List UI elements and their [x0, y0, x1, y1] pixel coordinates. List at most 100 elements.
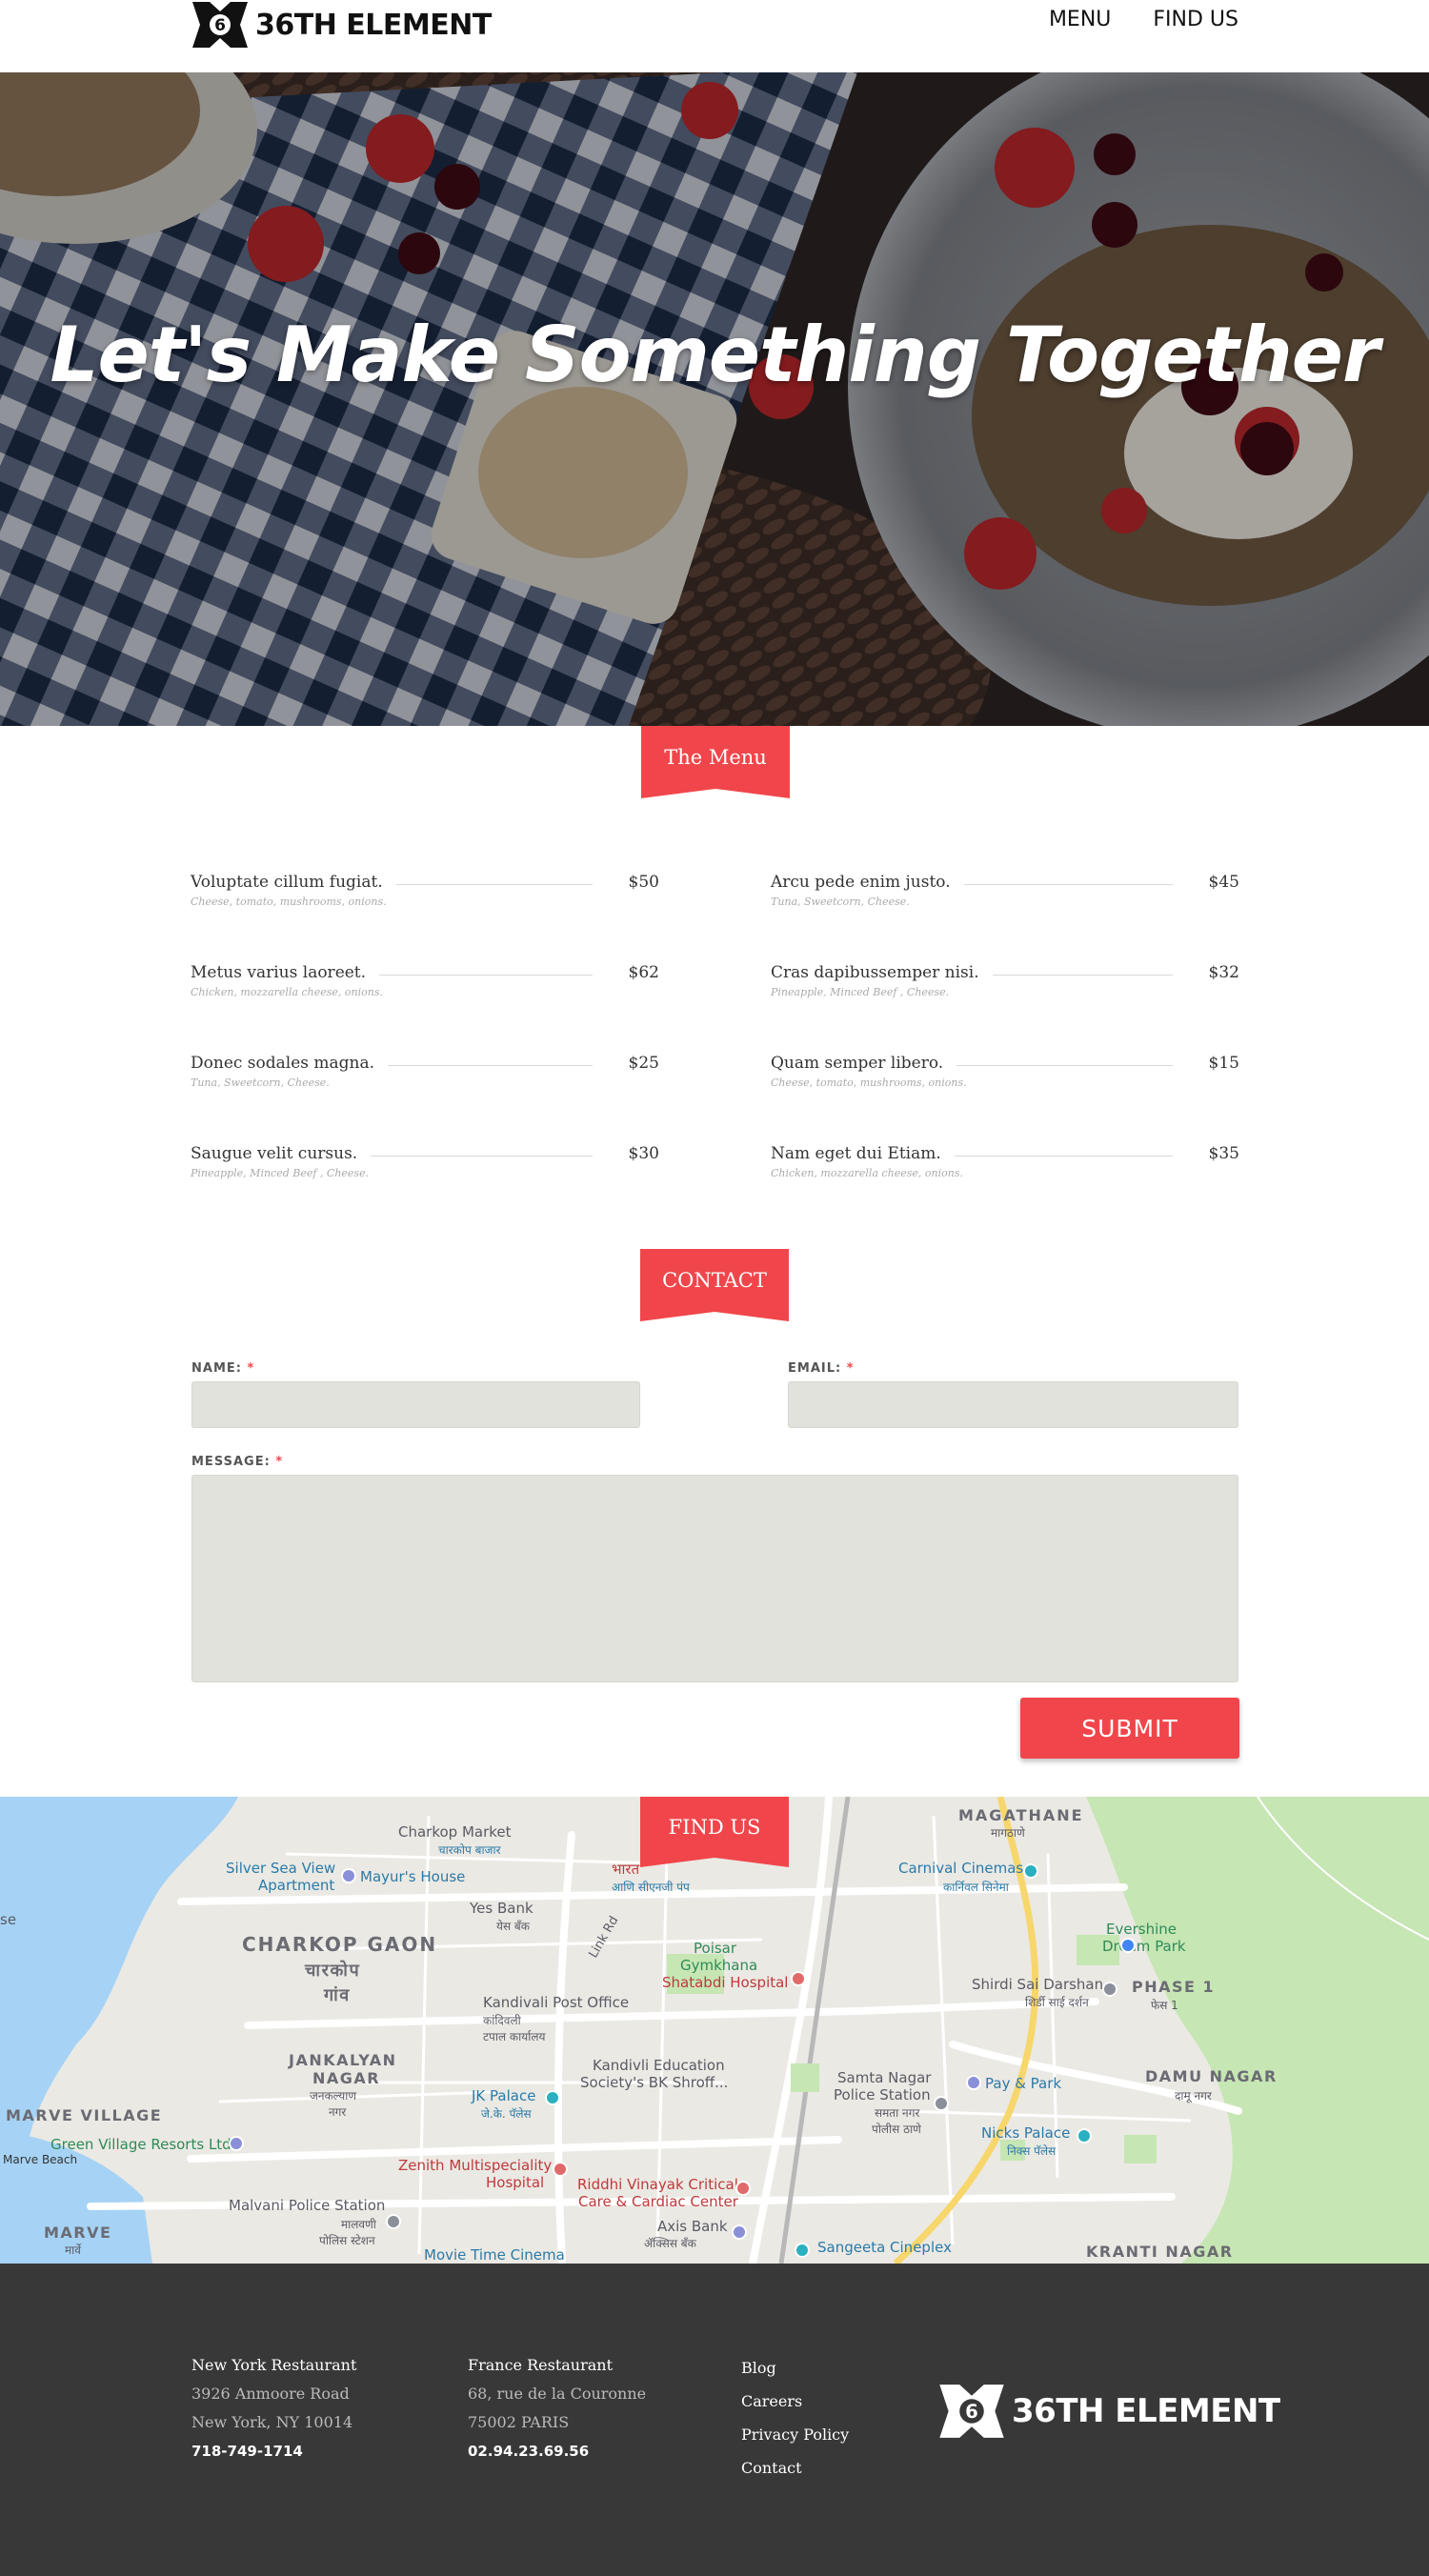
map-label-zenith-2: Hospital — [486, 2174, 545, 2191]
map-label-carnival-dev: कार्निवल सिनेमा — [943, 1881, 1009, 1894]
menu-item: Metus varius laoreet. $62 Chicken, mozza… — [191, 957, 659, 1015]
map-label-phase1-dev: फेस 1 — [1151, 1999, 1178, 2012]
footer-ny-street: 3926 Anmoore Road — [191, 2385, 350, 2403]
menu-item-name: Cras dapibussemper nisi. — [771, 963, 993, 982]
footer-brand-name: 36TH ELEMENT — [1012, 2392, 1280, 2430]
footer-link-careers[interactable]: Careers — [741, 2385, 849, 2418]
footer-brand-logo[interactable]: 6 36TH ELEMENT — [937, 2382, 1280, 2441]
email-label-text: EMAIL: — [788, 1361, 842, 1376]
carnival-cinemas-pin-icon[interactable] — [1023, 1863, 1038, 1879]
menu-item-price: $30 — [614, 1144, 659, 1163]
email-input[interactable] — [788, 1381, 1238, 1428]
menu-section-tab: The Menu — [641, 726, 790, 798]
menu-item-price: $35 — [1195, 1144, 1239, 1163]
menu-item: Donec sodales magna. $25 Tuna, Sweetcorn… — [191, 1048, 659, 1105]
map-label-movie-time: Movie Time Cinema — [424, 2246, 565, 2264]
footer-link-privacy[interactable]: Privacy Policy — [741, 2418, 849, 2451]
map-label-aapli: आणि सीएनजी पंप — [612, 1881, 690, 1894]
menu-item-name: Donec sodales magna. — [191, 1054, 389, 1073]
map-label-krantinagar: KRANTI NAGAR — [1086, 2243, 1234, 2261]
zenith-hospital-pin-icon[interactable] — [553, 2162, 568, 2177]
riddhi-hospital-pin-icon[interactable] — [735, 2181, 751, 2196]
message-field-label: MESSAGE: * — [191, 1455, 283, 1469]
footer-france-address: France Restaurant 68, rue de la Couronne… — [468, 2351, 646, 2465]
map-label-silver-sea-2: Apartment — [258, 1877, 335, 1894]
map-label-magathane-dev: मागठाणे — [991, 1826, 1025, 1840]
map-label-charkop-gaon: CHARKOP GAON — [242, 1933, 438, 1956]
submit-button[interactable]: SUBMIT — [1020, 1698, 1239, 1759]
current-location-pin-icon[interactable] — [1120, 1938, 1136, 1953]
map-label-nagar: NAGAR — [312, 2069, 381, 2087]
email-field-label: EMAIL: * — [788, 1361, 855, 1376]
nicks-palace-pin-icon[interactable] — [1077, 2128, 1092, 2143]
map-label-malvani-dev: मालवणी — [341, 2218, 376, 2231]
map-label-riddhi: Riddhi Vinayak Critical — [577, 2176, 738, 2193]
map-label-charkop-gaon-dev: चारकोप — [305, 1961, 361, 1981]
brand-name: 36TH ELEMENT — [255, 8, 492, 42]
brand-logo[interactable]: 6 36TH ELEMENT — [191, 0, 492, 50]
footer-ny-phone[interactable]: 718-749-1714 — [191, 2437, 356, 2465]
map-label-samta-2: Police Station — [834, 2086, 931, 2103]
map-label-evershine-2: Dream Park — [1102, 1938, 1186, 1955]
name-field-label: NAME: * — [191, 1361, 254, 1376]
map-label-damu: DAMU NAGAR — [1145, 2067, 1278, 2085]
samta-police-pin-icon[interactable] — [934, 2096, 949, 2111]
footer-ny-title: New York Restaurant — [191, 2356, 357, 2374]
message-label-text: MESSAGE: — [191, 1455, 271, 1469]
menu-item: Saugue velit cursus. $30 Pineapple, Minc… — [191, 1138, 659, 1196]
map-label-jk-palace: JK Palace — [472, 2087, 536, 2104]
map-label-yes-bank-dev: येस बँक — [496, 1920, 530, 1933]
required-mark: * — [247, 1361, 255, 1376]
map-label-kandivali-po-dev2: टपाल कार्यालय — [483, 2030, 546, 2043]
map-label-axis-dev: ॲक्सिस बँक — [644, 2237, 696, 2250]
menu-item-price: $45 — [1195, 873, 1239, 892]
pay-park-pin-icon[interactable] — [966, 2075, 981, 2090]
map-label-pay-park: Pay & Park — [985, 2075, 1062, 2092]
map-label-samta: Samta Nagar — [837, 2069, 932, 2086]
map-label-jk-palace-dev: जे.के. पॅलेस — [481, 2107, 532, 2121]
map-label-samta-dev2: पोलीस ठाणे — [872, 2123, 921, 2136]
footer-france-phone[interactable]: 02.94.23.69.56 — [468, 2437, 646, 2465]
green-village-pin-icon[interactable] — [229, 2136, 244, 2151]
map-label-gymkhana: Gymkhana — [680, 1957, 758, 1974]
map-label-shirdi: Shirdi Sai Darshan — [972, 1976, 1104, 1993]
shirdi-pin-icon[interactable] — [1102, 1982, 1117, 1997]
footer-links: Blog Careers Privacy Policy Contact — [741, 2351, 849, 2485]
name-input[interactable] — [191, 1381, 640, 1428]
malvani-police-pin-icon[interactable] — [386, 2214, 401, 2229]
nav-menu-link[interactable]: MENU — [1049, 8, 1111, 31]
map-label-phase1: PHASE 1 — [1132, 1978, 1216, 1996]
message-textarea[interactable] — [191, 1475, 1238, 1682]
map-label-marve-dev: मार्वे — [65, 2244, 81, 2257]
map-label-axis: Axis Bank — [657, 2218, 728, 2235]
jk-palace-pin-icon[interactable] — [545, 2090, 560, 2105]
mayurs-house-pin-icon[interactable] — [341, 1868, 356, 1883]
map-label-evershine: Evershine — [1106, 1921, 1177, 1938]
map-label-charkop-market: Charkop Market — [398, 1823, 512, 1841]
footer-ny-city: New York, NY 10014 — [191, 2413, 353, 2431]
map-label-riddhi-2: Care & Cardiac Center — [578, 2193, 738, 2210]
menu-item-description: Chicken, mozzarella cheese, onions. — [771, 1167, 963, 1179]
sangeeta-cineplex-pin-icon[interactable] — [795, 2243, 810, 2258]
menu-item-description: Pineapple, Minced Beef , Cheese. — [771, 986, 950, 998]
menu-item-description: Pineapple, Minced Beef , Cheese. — [191, 1167, 370, 1179]
map-label-kandivali-po: Kandivali Post Office — [483, 1994, 630, 2011]
map-label-nicks: Nicks Palace — [981, 2124, 1071, 2142]
shatabdi-hospital-pin-icon[interactable] — [791, 1971, 806, 1986]
footer-link-blog[interactable]: Blog — [741, 2351, 849, 2385]
menu-item-name: Nam eget dui Etiam. — [771, 1144, 955, 1163]
map-label-charkop-market-dev: चारकोप बाजार — [438, 1843, 501, 1857]
map-label-silver-sea: Silver Sea View — [226, 1860, 336, 1877]
map-label-shatabdi: Shatabdi Hospital — [662, 1974, 789, 1991]
footer-logo-mark-icon: 6 — [939, 2385, 1004, 2438]
menu-item-description: Cheese, tomato, mushrooms, onions. — [191, 896, 387, 908]
axis-bank-pin-icon[interactable] — [732, 2224, 747, 2240]
map-label-charkop-gaon-dev2: गांव — [324, 1985, 351, 2005]
map-label-poisar: Poisar — [694, 1940, 737, 1957]
map-label-sangeeta: Sangeeta Cineplex — [817, 2239, 952, 2256]
nav-find-us-link[interactable]: FIND US — [1153, 8, 1238, 31]
map-label-kandivali-po-dev: कांदिवली — [483, 2014, 521, 2027]
find-us-section-title: FIND US — [668, 1816, 761, 1839]
map-label-shirdi-dev: शिर्डी साई दर्शन — [1025, 1996, 1089, 2009]
footer-link-contact[interactable]: Contact — [741, 2451, 849, 2485]
